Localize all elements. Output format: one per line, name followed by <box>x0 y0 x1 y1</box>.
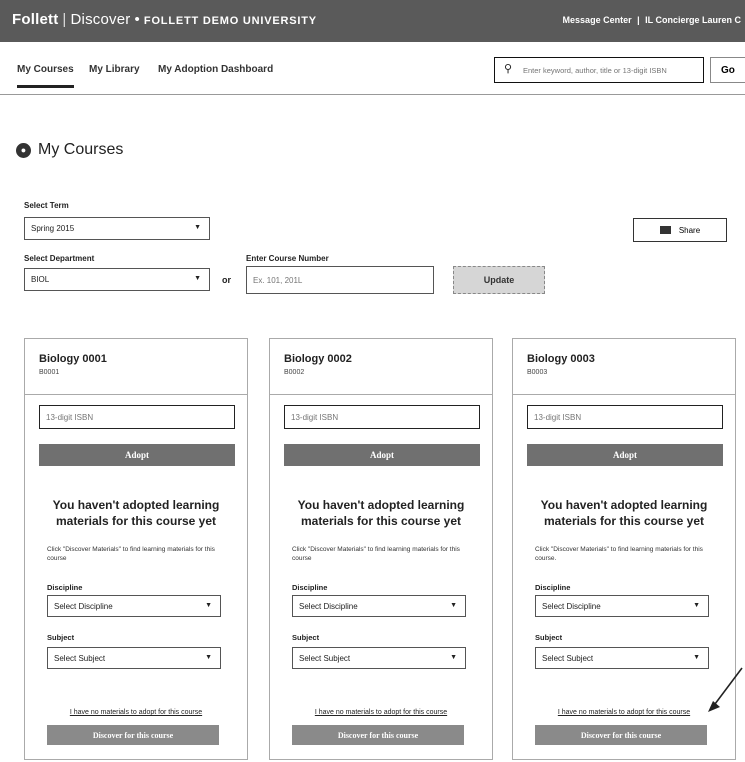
discipline-select-value: Select Discipline <box>299 602 358 611</box>
discipline-label: Discipline <box>47 583 83 592</box>
discipline-label: Discipline <box>535 583 571 592</box>
go-button[interactable]: Go <box>710 57 745 83</box>
top-links: Message Center | IL Concierge Lauren C <box>560 15 741 25</box>
course-title: Biology 0003 <box>527 353 595 365</box>
brand-divider: | <box>62 11 67 28</box>
top-link-divider: | <box>637 15 640 25</box>
subject-select-value: Select Subject <box>54 654 106 663</box>
course-card-header: Biology 0001 B0001 <box>25 339 247 395</box>
no-adoption-message: You haven't adopted learning materials f… <box>540 498 708 528</box>
no-materials-link[interactable]: I have no materials to adopt for this co… <box>513 709 735 716</box>
select-term-label: Select Term <box>24 201 69 210</box>
share-icon <box>659 226 671 235</box>
subject-select-value: Select Subject <box>299 654 351 663</box>
department-select-value: BIOL <box>31 275 50 284</box>
chevron-down-icon: ▼ <box>693 602 700 609</box>
course-code: B0002 <box>284 369 305 376</box>
adopt-button[interactable]: Adopt <box>284 444 480 466</box>
subject-select[interactable]: Select Subject ▼ <box>47 647 221 669</box>
subject-select[interactable]: Select Subject ▼ <box>292 647 466 669</box>
discover-button[interactable]: Discover for this course <box>47 725 219 745</box>
discipline-select-value: Select Discipline <box>542 602 601 611</box>
term-select-value: Spring 2015 <box>31 224 75 233</box>
adopt-button[interactable]: Adopt <box>39 444 235 466</box>
course-code: B0001 <box>39 369 60 376</box>
courses-icon: ● <box>16 143 31 158</box>
search-input[interactable] <box>521 61 701 79</box>
share-label: Share <box>678 225 701 235</box>
chevron-down-icon: ▼ <box>693 654 700 661</box>
page-title: My Courses <box>38 141 124 158</box>
course-card: Biology 0002 B0002 Adopt You haven't ado… <box>269 338 493 760</box>
top-bar: Follett | Discover • FOLLETT DEMO UNIVERSITY… <box>0 0 745 42</box>
discover-hint: Click "Discover Materials" to find learn… <box>535 546 703 562</box>
brand[interactable]: Follett | Discover • FOLLETT DEMO UNIVERSITY <box>12 11 317 28</box>
discipline-select[interactable]: Select Discipline ▼ <box>292 595 466 617</box>
discover-button[interactable]: Discover for this course <box>292 725 464 745</box>
subject-label: Subject <box>535 633 563 642</box>
brand-logo: Follett <box>12 11 59 28</box>
chevron-down-icon: ▼ <box>450 602 457 609</box>
main-nav: My Courses My Library My Adoption Dashbo… <box>0 42 745 95</box>
search-icon: ⚲ <box>504 63 513 75</box>
chevron-down-icon: ▼ <box>194 224 201 231</box>
no-adoption-message: You haven't adopted learning materials f… <box>52 498 220 528</box>
no-materials-link[interactable]: I have no materials to adopt for this co… <box>270 709 492 716</box>
subject-label: Subject <box>292 633 320 642</box>
isbn-input[interactable] <box>284 405 480 429</box>
course-number-label: Enter Course Number <box>246 254 329 263</box>
subject-select-value: Select Subject <box>542 654 594 663</box>
search-box: ⚲ <box>494 57 704 83</box>
product-name: Discover <box>70 11 131 28</box>
institution-name: FOLLETT DEMO UNIVERSITY <box>143 15 317 27</box>
course-code: B0003 <box>527 369 548 376</box>
no-materials-link[interactable]: I have no materials to adopt for this co… <box>25 709 247 716</box>
tab-my-adoption-dashboard[interactable]: My Adoption Dashboard <box>158 64 273 75</box>
no-adoption-message: You haven't adopted learning materials f… <box>297 498 465 528</box>
discover-hint: Click "Discover Materials" to find learn… <box>47 546 215 562</box>
subject-select[interactable]: Select Subject ▼ <box>535 647 709 669</box>
discover-hint: Click "Discover Materials" to find learn… <box>292 546 460 562</box>
or-label: or <box>222 275 231 285</box>
subject-label: Subject <box>47 633 75 642</box>
update-button[interactable]: Update <box>453 266 545 294</box>
arrow-icon <box>708 667 743 712</box>
discover-button[interactable]: Discover for this course <box>535 725 707 745</box>
brand-separator: • <box>134 11 140 28</box>
share-button[interactable]: Share <box>633 218 727 242</box>
isbn-input[interactable] <box>39 405 235 429</box>
department-select[interactable]: BIOL ▼ <box>24 268 210 291</box>
course-number-input[interactable] <box>246 266 434 294</box>
chevron-down-icon: ▼ <box>450 654 457 661</box>
adopt-button[interactable]: Adopt <box>527 444 723 466</box>
chevron-down-icon: ▼ <box>205 602 212 609</box>
message-center-link[interactable]: Message Center <box>563 15 632 25</box>
chevron-down-icon: ▼ <box>205 654 212 661</box>
course-card-header: Biology 0002 B0002 <box>270 339 492 395</box>
course-title: Biology 0001 <box>39 353 107 365</box>
tab-my-courses[interactable]: My Courses <box>17 64 74 88</box>
discipline-label: Discipline <box>292 583 328 592</box>
course-card-header: Biology 0003 B0003 <box>513 339 735 395</box>
discipline-select[interactable]: Select Discipline ▼ <box>535 595 709 617</box>
select-department-label: Select Department <box>24 254 95 263</box>
isbn-input[interactable] <box>527 405 723 429</box>
user-menu[interactable]: IL Concierge Lauren C <box>645 15 741 25</box>
tab-my-library[interactable]: My Library <box>89 64 140 75</box>
chevron-down-icon: ▼ <box>194 275 201 282</box>
course-card: Biology 0001 B0001 Adopt You haven't ado… <box>24 338 248 760</box>
term-select[interactable]: Spring 2015 ▼ <box>24 217 210 240</box>
discipline-select[interactable]: Select Discipline ▼ <box>47 595 221 617</box>
course-card: Biology 0003 B0003 Adopt You haven't ado… <box>512 338 736 760</box>
course-title: Biology 0002 <box>284 353 352 365</box>
discipline-select-value: Select Discipline <box>54 602 113 611</box>
